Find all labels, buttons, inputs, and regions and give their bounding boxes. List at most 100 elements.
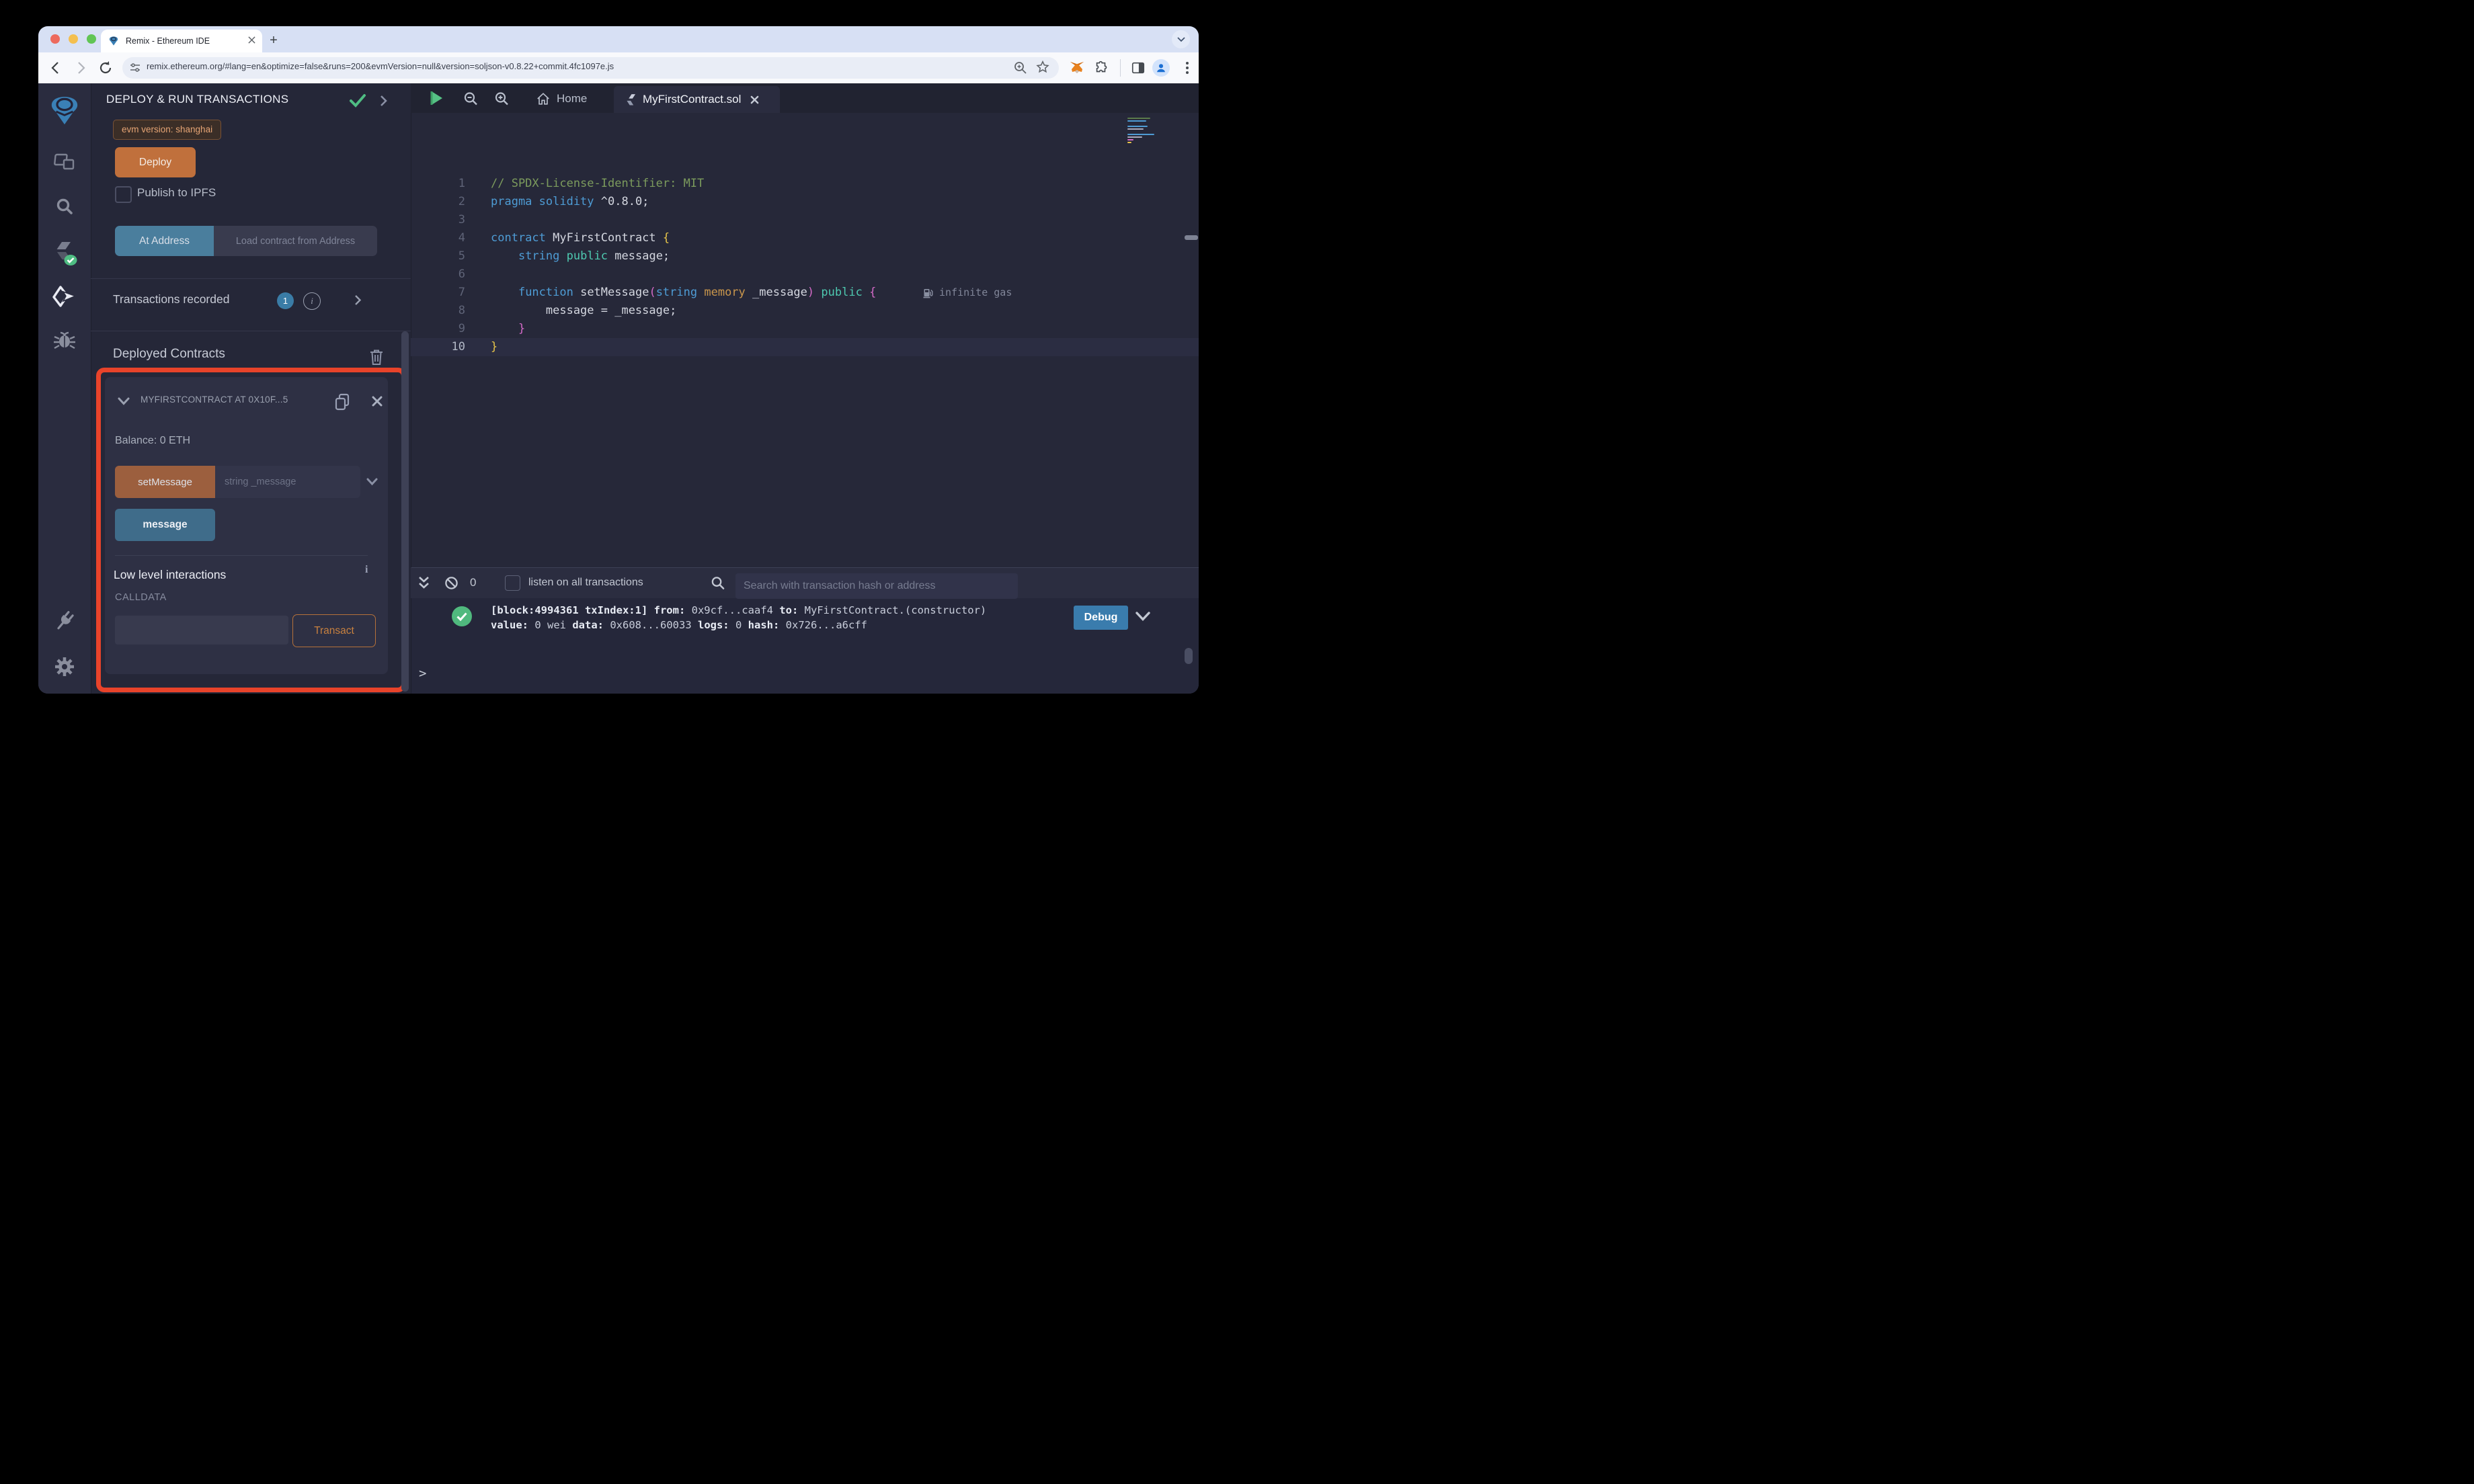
contract-header: MYFIRSTCONTRACT AT 0X10F...5 bbox=[141, 395, 288, 405]
terminal-scrollbar-thumb[interactable] bbox=[1185, 648, 1193, 664]
screenshot-stage: Remix - Ethereum IDE + remix.ethereum.or… bbox=[0, 0, 1237, 742]
code-line[interactable]: 10} bbox=[411, 338, 1199, 356]
deployed-contracts-label: Deployed Contracts bbox=[113, 347, 225, 361]
debug-button[interactable]: Debug bbox=[1074, 606, 1128, 630]
set-message-input[interactable]: string _message bbox=[215, 466, 360, 498]
panel-scrollbar[interactable] bbox=[401, 331, 409, 692]
code-line[interactable]: 7 function setMessage(string memory _mes… bbox=[411, 284, 1199, 302]
site-settings-icon[interactable] bbox=[129, 62, 141, 77]
code-line[interactable]: 3 bbox=[411, 211, 1199, 229]
expand-args-chevron-icon[interactable] bbox=[366, 477, 378, 489]
extensions-puzzle-icon[interactable] bbox=[1094, 60, 1109, 79]
transactions-info-icon[interactable]: i bbox=[303, 292, 321, 310]
low-level-label: Low level interactions bbox=[114, 568, 227, 581]
terminal-search-input[interactable]: Search with transaction hash or address bbox=[735, 573, 1018, 599]
browser-tabstrip: Remix - Ethereum IDE + bbox=[38, 26, 1199, 52]
trash-icon[interactable] bbox=[369, 349, 384, 369]
traffic-zoom-button[interactable] bbox=[87, 34, 96, 44]
remix-favicon-icon bbox=[108, 36, 119, 46]
home-tab-label: Home bbox=[557, 92, 588, 105]
code-line[interactable]: 9 } bbox=[411, 320, 1199, 338]
solidity-file-icon bbox=[626, 93, 636, 106]
debugger-icon[interactable] bbox=[38, 330, 91, 350]
tab-home[interactable]: Home bbox=[536, 89, 587, 109]
line-number: 3 bbox=[458, 213, 465, 226]
line-number: 10 bbox=[451, 340, 465, 354]
file-tab-label: MyFirstContract.sol bbox=[643, 93, 742, 106]
terminal-prompt[interactable]: > bbox=[419, 666, 426, 681]
side-panel-icon[interactable] bbox=[1131, 60, 1146, 79]
line-number: 6 bbox=[458, 267, 465, 281]
listen-checkbox[interactable] bbox=[505, 575, 520, 591]
traffic-close-button[interactable] bbox=[50, 34, 60, 44]
deploy-run-icon[interactable] bbox=[38, 286, 91, 307]
terminal-search-icon bbox=[711, 576, 725, 593]
compile-success-check-icon bbox=[349, 93, 366, 112]
tab-search-button[interactable] bbox=[1172, 30, 1190, 48]
plugin-manager-icon[interactable] bbox=[38, 610, 91, 632]
line-number: 5 bbox=[458, 249, 465, 263]
code-rows[interactable]: 1// SPDX-License-Identifier: MIT 2 pragma … bbox=[411, 175, 1199, 356]
metamask-extension-icon[interactable] bbox=[1069, 60, 1085, 79]
search-icon[interactable] bbox=[38, 197, 91, 217]
menu-dots-icon[interactable] bbox=[1181, 60, 1194, 79]
line-number: 2 bbox=[458, 195, 465, 208]
calldata-input[interactable] bbox=[115, 616, 288, 645]
tx-success-icon bbox=[452, 606, 472, 626]
back-icon[interactable] bbox=[48, 60, 64, 76]
copy-address-icon[interactable] bbox=[334, 393, 350, 415]
zoom-icon[interactable] bbox=[1013, 60, 1028, 79]
clear-console-icon[interactable] bbox=[444, 576, 458, 593]
at-address-button[interactable]: At Address bbox=[115, 226, 214, 256]
bookmark-star-icon[interactable] bbox=[1035, 60, 1050, 78]
activity-bar bbox=[38, 83, 91, 694]
url-text[interactable]: remix.ethereum.org/#lang=en&optimize=fal… bbox=[147, 61, 614, 71]
profile-avatar[interactable] bbox=[1152, 59, 1170, 77]
remove-contract-icon[interactable] bbox=[372, 396, 383, 410]
terminal-collapse-icon[interactable] bbox=[418, 576, 430, 594]
transactions-expand-chevron-icon[interactable] bbox=[354, 294, 362, 309]
deploy-button[interactable]: Deploy bbox=[115, 147, 196, 177]
refresh-icon[interactable] bbox=[97, 60, 114, 76]
publish-ipfs-label: Publish to IPFS bbox=[137, 186, 216, 199]
editor-tabbar bbox=[411, 83, 1199, 113]
listen-label: listen on all transactions bbox=[528, 577, 643, 588]
file-tab-close-icon[interactable] bbox=[750, 95, 759, 104]
zoom-in-icon[interactable] bbox=[494, 91, 509, 110]
contract-expand-chevron-icon[interactable] bbox=[118, 397, 130, 409]
transact-button[interactable]: Transact bbox=[292, 614, 376, 647]
line-number: 7 bbox=[458, 286, 465, 299]
run-script-play-icon[interactable] bbox=[430, 91, 444, 109]
browser-tab[interactable]: Remix - Ethereum IDE bbox=[101, 30, 262, 52]
zoom-out-icon[interactable] bbox=[463, 91, 478, 110]
tab-close-icon[interactable] bbox=[248, 35, 255, 47]
terminal-log-text[interactable]: [block:4994361 txIndex:1] from: 0x9cf...… bbox=[491, 603, 986, 632]
message-button[interactable]: message bbox=[115, 509, 215, 541]
traffic-minimize-button[interactable] bbox=[69, 34, 78, 44]
file-explorer-icon[interactable] bbox=[38, 153, 91, 173]
solidity-compiler-icon[interactable] bbox=[38, 240, 91, 267]
settings-gear-icon[interactable] bbox=[38, 655, 91, 678]
log-expand-chevron-icon[interactable] bbox=[1135, 612, 1150, 625]
home-icon bbox=[536, 91, 551, 106]
panel-collapse-chevron-icon[interactable] bbox=[380, 95, 388, 110]
forward-icon[interactable] bbox=[73, 60, 89, 76]
low-level-info-icon[interactable]: i bbox=[365, 564, 368, 576]
new-tab-button[interactable]: + bbox=[264, 31, 283, 50]
code-line[interactable]: 6 bbox=[411, 265, 1199, 284]
remix-logo-icon[interactable] bbox=[38, 96, 91, 127]
set-message-button[interactable]: setMessage bbox=[115, 466, 215, 498]
card-divider bbox=[115, 555, 368, 556]
contract-balance: Balance: 0 ETH bbox=[115, 435, 191, 446]
editor-scrollbar-thumb[interactable] bbox=[1185, 235, 1198, 240]
code-line[interactable]: 4 contract MyFirstContract { bbox=[411, 229, 1199, 247]
transactions-count-badge: 1 bbox=[277, 292, 294, 309]
minimap[interactable] bbox=[1127, 118, 1156, 145]
code-line[interactable]: 5 string public message; bbox=[411, 247, 1199, 265]
code-line[interactable]: 2 pragma solidity ^0.8.0; bbox=[411, 193, 1199, 211]
code-line[interactable]: 1// SPDX-License-Identifier: MIT bbox=[411, 175, 1199, 193]
code-line[interactable]: 8 message = _message; bbox=[411, 302, 1199, 320]
publish-ipfs-checkbox[interactable] bbox=[115, 186, 132, 203]
tab-file-active[interactable]: MyFirstContract.sol bbox=[614, 86, 780, 113]
load-contract-input[interactable]: Load contract from Address bbox=[214, 226, 377, 256]
